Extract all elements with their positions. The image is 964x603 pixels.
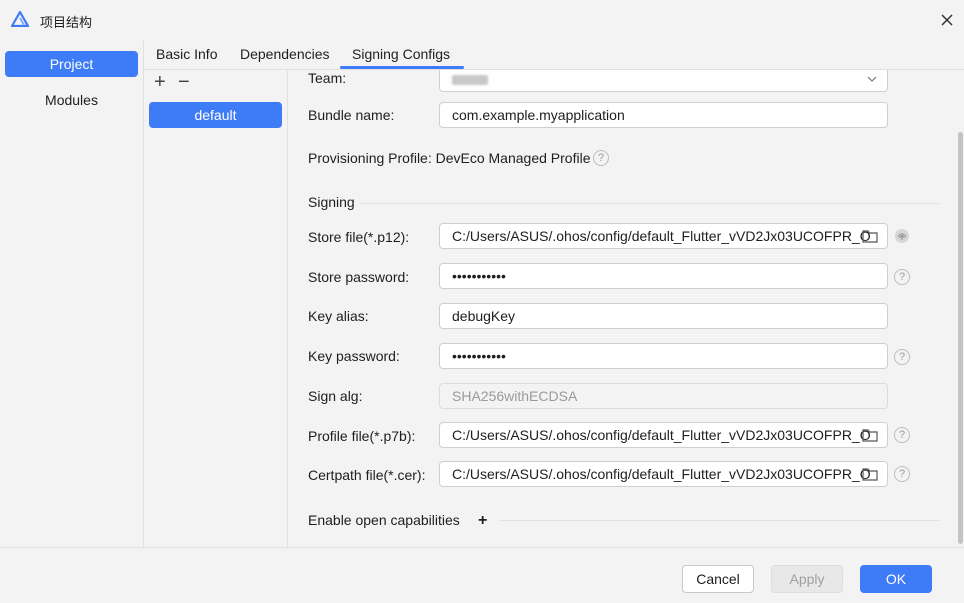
add-capability-plus-icon[interactable]: + [478,512,487,530]
team-dropdown[interactable] [439,70,888,92]
left-nav: Project Modules [0,40,144,547]
profile-file-value: C:/Users/ASUS/.ohos/config/default_Flutt… [452,427,871,443]
profile-file-help-icon[interactable]: ? [894,427,910,443]
remove-config-button[interactable]: − [178,72,190,92]
config-item-default[interactable]: default [149,102,282,128]
provisioning-profile-label: Provisioning Profile: DevEco Managed Pro… [308,150,591,166]
chevron-down-icon [867,76,877,82]
store-password-label: Store password: [308,269,410,285]
project-structure-dialog: 项目结构 Project Modules Basic Info Dependen… [0,0,964,603]
key-alias-label: Key alias: [308,308,369,324]
window-title: 项目结构 [40,15,93,30]
app-logo-icon [11,11,29,27]
active-tab-indicator [340,66,464,69]
sign-alg-label: Sign alg: [308,388,363,404]
add-config-button[interactable]: + [154,72,166,92]
sign-alg-input: SHA256withECDSA [439,383,888,409]
dialog-footer: Cancel Apply OK [0,547,964,603]
folder-icon[interactable] [862,428,878,442]
signing-form: Team: Bundle name: com.example.myapplica… [289,70,964,547]
certpath-help-icon[interactable]: ? [894,466,910,482]
team-value-redacted [452,75,488,86]
enable-capabilities-label: Enable open capabilities [308,512,460,528]
cancel-button[interactable]: Cancel [682,565,754,593]
capabilities-divider [499,520,939,521]
key-password-input[interactable]: ••••••••••• [439,343,888,369]
provisioning-help-icon[interactable]: ? [593,150,609,166]
scrollbar-thumb[interactable] [958,132,963,544]
title-bar: 项目结构 [0,0,964,40]
nav-item-modules[interactable]: Modules [5,87,138,113]
team-label: Team: [308,70,347,86]
signing-section-title: Signing [308,194,355,210]
folder-icon[interactable] [862,467,878,481]
store-password-help-icon[interactable]: ? [894,269,910,285]
certpath-file-label: Certpath file(*.cer): [308,467,426,483]
signing-section-divider [359,203,939,204]
bundle-name-input[interactable]: com.example.myapplication [439,102,888,128]
store-password-input[interactable]: ••••••••••• [439,263,888,289]
certpath-file-value: C:/Users/ASUS/.ohos/config/default_Flutt… [452,466,871,482]
key-alias-input[interactable]: debugKey [439,303,888,329]
key-password-help-icon[interactable]: ? [894,349,910,365]
fingerprint-icon[interactable] [894,228,910,244]
store-file-label: Store file(*.p12): [308,229,410,245]
tab-signing-configs[interactable]: Signing Configs [352,46,450,62]
tab-basic-info[interactable]: Basic Info [156,46,217,62]
close-icon[interactable] [936,9,958,31]
folder-icon[interactable] [862,229,878,243]
ok-button[interactable]: OK [860,565,932,593]
key-password-label: Key password: [308,348,400,364]
profile-file-input[interactable]: C:/Users/ASUS/.ohos/config/default_Flutt… [439,422,888,448]
apply-button[interactable]: Apply [771,565,843,593]
bundle-name-label: Bundle name: [308,107,395,123]
tab-dependencies[interactable]: Dependencies [240,46,330,62]
store-file-input[interactable]: C:/Users/ASUS/.ohos/config/default_Flutt… [439,223,888,249]
nav-item-project[interactable]: Project [5,51,138,77]
signing-config-list: + − default [144,70,288,547]
tab-bar: Basic Info Dependencies Signing Configs [144,40,964,70]
profile-file-label: Profile file(*.p7b): [308,428,416,444]
certpath-file-input[interactable]: C:/Users/ASUS/.ohos/config/default_Flutt… [439,461,888,487]
store-file-value: C:/Users/ASUS/.ohos/config/default_Flutt… [452,228,871,244]
